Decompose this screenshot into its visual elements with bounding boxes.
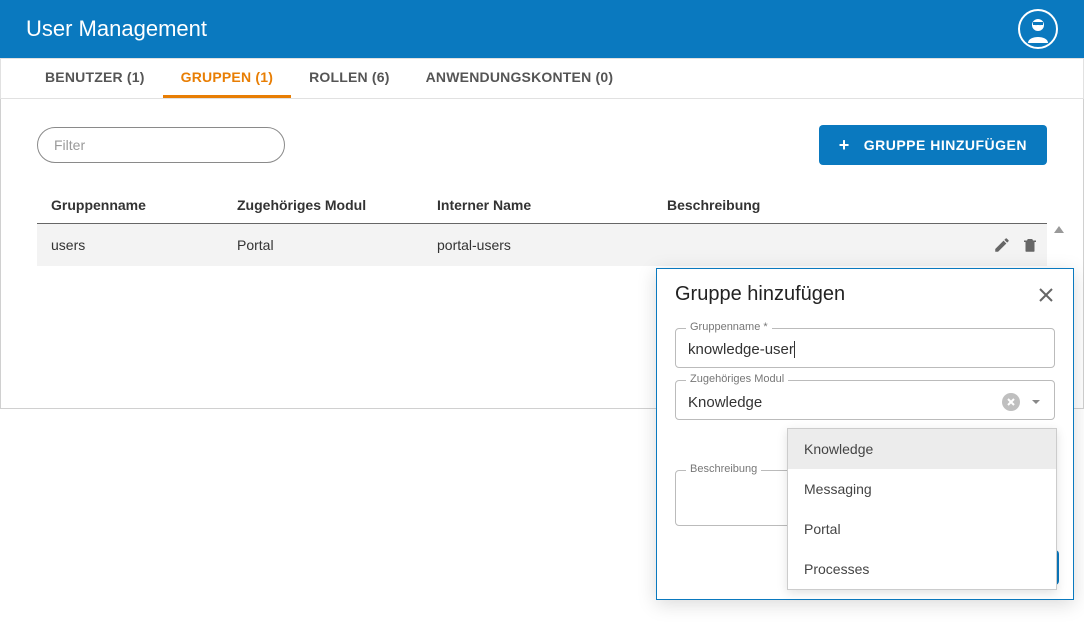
app-header: User Management (0, 0, 1084, 58)
cell-internal: portal-users (437, 237, 667, 253)
cell-module: Portal (237, 237, 437, 253)
dialog-title: Gruppe hinzufügen (675, 283, 845, 306)
page-title: User Management (26, 16, 207, 42)
tab-anwendungskonten[interactable]: ANWENDUNGSKONTEN (0) (408, 59, 632, 98)
filter-input[interactable] (37, 127, 285, 163)
module-label: Zugehöriges Modul (686, 373, 788, 385)
avatar-icon (1024, 15, 1052, 43)
delete-button[interactable] (1021, 236, 1039, 254)
col-header-actions (957, 197, 1047, 213)
edit-button[interactable] (993, 236, 1011, 254)
table-header-row: Gruppenname Zugehöriges Modul Interner N… (37, 187, 1047, 224)
module-select[interactable]: Knowledge (688, 394, 1002, 411)
groupname-label: Gruppenname * (686, 321, 772, 333)
dropdown-option-knowledge[interactable]: Knowledge (788, 429, 1056, 469)
col-header-name[interactable]: Gruppenname (37, 197, 237, 213)
groupname-input[interactable]: knowledge-user (688, 341, 795, 358)
tab-bar: BENUTZER (1) GRUPPEN (1) ROLLEN (6) ANWE… (0, 58, 1084, 99)
clear-icon (1006, 397, 1016, 407)
add-group-dialog: Gruppe hinzufügen Gruppenname * knowledg… (656, 268, 1074, 600)
toolbar: + GRUPPE HINZUFÜGEN (1, 99, 1083, 187)
col-header-module[interactable]: Zugehöriges Modul (237, 197, 437, 213)
dropdown-option-messaging[interactable]: Messaging (788, 469, 1056, 509)
avatar[interactable] (1018, 9, 1058, 49)
cell-name: users (37, 237, 237, 253)
add-group-label: GRUPPE HINZUFÜGEN (864, 137, 1027, 153)
field-groupname: Gruppenname * knowledge-user (675, 328, 1055, 368)
col-header-desc[interactable]: Beschreibung (667, 197, 957, 213)
groups-table: Gruppenname Zugehöriges Modul Interner N… (37, 187, 1047, 266)
module-clear-button[interactable] (1002, 393, 1020, 411)
field-module: Zugehöriges Modul Knowledge Knowledge Me… (675, 380, 1055, 420)
plus-icon: + (839, 135, 850, 156)
module-dropdown: Knowledge Messaging Portal Processes (787, 428, 1057, 590)
close-icon (1037, 286, 1055, 304)
add-group-button[interactable]: + GRUPPE HINZUFÜGEN (819, 125, 1047, 165)
tab-rollen[interactable]: ROLLEN (6) (291, 59, 408, 98)
module-dropdown-toggle[interactable] (1030, 396, 1042, 408)
trash-icon (1021, 236, 1039, 254)
tab-benutzer[interactable]: BENUTZER (1) (27, 59, 163, 98)
tab-gruppen[interactable]: GRUPPEN (1) (163, 59, 291, 98)
chevron-down-icon (1030, 396, 1042, 408)
scroll-up-icon[interactable] (1053, 224, 1065, 234)
table-row[interactable]: users Portal portal-users (37, 224, 1047, 266)
dialog-close-button[interactable] (1037, 286, 1055, 304)
dropdown-option-processes[interactable]: Processes (788, 549, 1056, 589)
description-label: Beschreibung (686, 463, 761, 475)
col-header-internal[interactable]: Interner Name (437, 197, 667, 213)
pencil-icon (993, 236, 1011, 254)
dropdown-option-portal[interactable]: Portal (788, 509, 1056, 549)
